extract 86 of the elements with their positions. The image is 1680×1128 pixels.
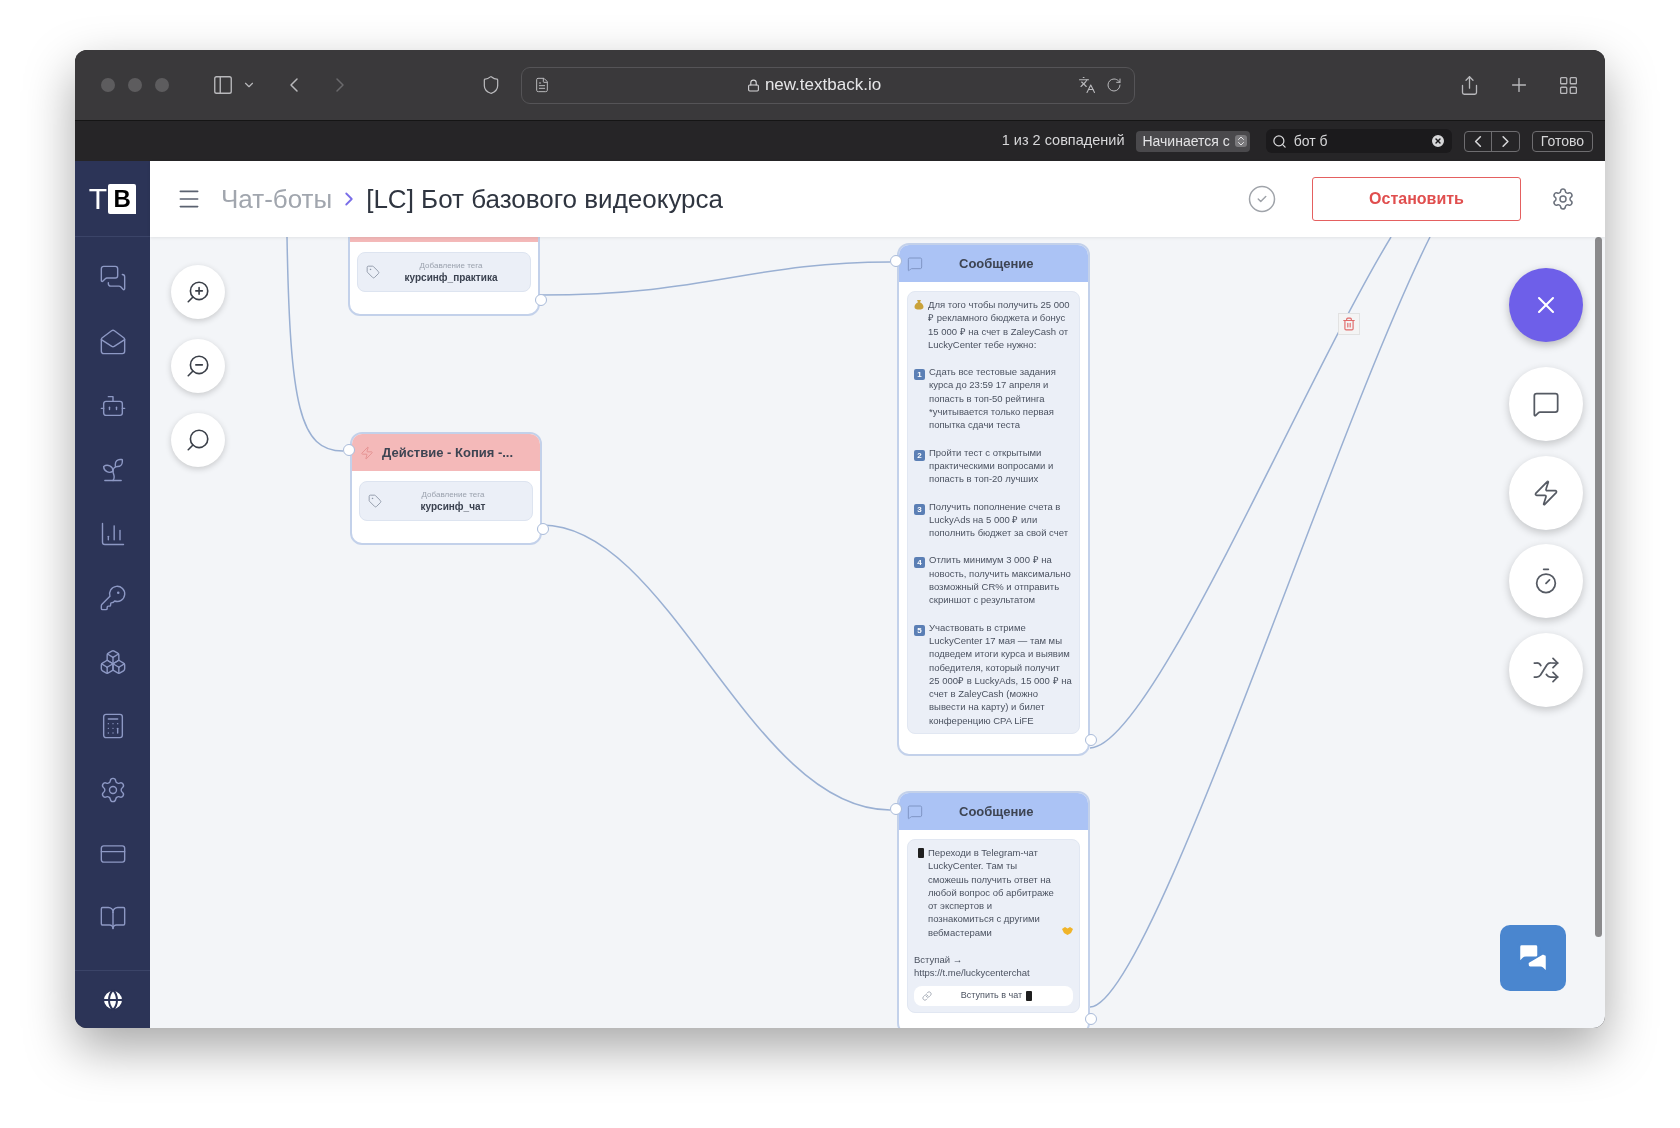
tag-action-card[interactable]: Добавление тега курсинф_практика [357, 252, 531, 292]
check-icon[interactable] [1247, 184, 1277, 214]
boxes-icon[interactable] [98, 648, 127, 676]
stop-button[interactable]: Остановить [1312, 177, 1521, 221]
action-node[interactable]: Добавление тега курсинф_практика [348, 237, 540, 316]
number-badge: 5 [914, 624, 925, 636]
tag-value: курсинф_практика [404, 270, 498, 285]
message-icon [907, 803, 923, 820]
message-bubble[interactable] [907, 839, 1080, 1013]
zoom-in-icon [185, 279, 211, 305]
node-title: Сообщение [959, 254, 1034, 273]
done-button[interactable]: Готово [1531, 130, 1593, 152]
zoom-in-button[interactable] [171, 265, 225, 319]
sidebar-toggle-icon[interactable] [212, 74, 234, 96]
match-count: 1 из 2 совпадений [1001, 131, 1125, 151]
trash-icon [1342, 317, 1356, 331]
chat-bubbles-icon[interactable] [98, 264, 127, 292]
clear-icon[interactable] [1429, 133, 1446, 149]
message-text: Сдать все тестовые задания курса до 23:59 17 апреля и попасть в топ-50 рейтинга *учитывается только первая попытка сдачи теста [929, 365, 1057, 432]
page-title: [LC] Бот базового видеокурса [366, 182, 723, 216]
settings-icon[interactable] [1551, 187, 1575, 211]
message-button[interactable]: Вступить в чат [914, 985, 1073, 1006]
key-icon[interactable] [98, 584, 127, 612]
lightning-icon [1532, 478, 1560, 507]
book-icon[interactable] [98, 904, 127, 932]
find-query: бот б [1293, 131, 1329, 151]
chat-support-button[interactable] [1500, 925, 1566, 991]
search-icon [185, 427, 211, 453]
number-badge: 2 [914, 449, 925, 461]
number-badge: 3 [914, 503, 925, 515]
message-text: Получить пополнение счета в LuckyAds на 5 000 ₽ или пополнить бюджет за свой счет [929, 499, 1069, 540]
message-text: Переходи в Telegram-чат LuckyCenter. Там ты сможешь получить ответ на любой вопрос об арбитраже от экспертов и познакомиться с другими вебмастерами [928, 846, 1055, 940]
message-text: Отлить минимум 3 000 ₽ на новость, получить максимально возможный CR% и отправить скриншот с результатом [929, 553, 1072, 607]
money-bag-icon [914, 299, 924, 310]
message-icon [907, 255, 923, 272]
button-label: Вступить в чат [960, 988, 1023, 1002]
scrollbar[interactable] [1595, 237, 1602, 937]
tag-icon [366, 265, 380, 279]
tag-label: Добавление тега [419, 259, 483, 271]
tag-action-card[interactable]: Добавление тега курсинф_чат [359, 481, 533, 521]
translate-icon[interactable] [1078, 76, 1096, 94]
logo-letter: T [88, 183, 108, 214]
url-text: new.textback.io [764, 74, 882, 97]
app-logo[interactable]: T B [75, 161, 150, 237]
reload-icon[interactable] [1106, 77, 1122, 93]
add-block-button[interactable] [1509, 455, 1583, 530]
zoom-out-icon [185, 353, 211, 379]
number-badge: 1 [914, 369, 925, 381]
lock-icon [746, 78, 760, 92]
add-block-button[interactable] [1509, 632, 1583, 707]
search-icon [1271, 133, 1287, 149]
match-mode-dropdown[interactable]: Начинается с [1136, 130, 1250, 152]
message-text: Для того чтобы получить 25 000 ₽ рекламного бюджета и бонус 15 000 ₽ на счет в ZaleyCash от LuckyCenter тебе нужно: [928, 298, 1071, 352]
action-node[interactable]: Действие - Копия -... Добавление тега курсинф_чат [350, 432, 542, 545]
reader-icon[interactable] [534, 77, 550, 93]
node-title: Действие - Копия -... [382, 443, 514, 462]
shuffle-icon [1532, 655, 1560, 684]
phone-icon [918, 848, 924, 858]
message-node[interactable] [897, 243, 1090, 756]
close-button[interactable] [1509, 268, 1583, 342]
tag-value: курсинф_чат [420, 499, 486, 514]
shield-icon[interactable] [481, 75, 501, 95]
delete-connection-button[interactable] [1338, 313, 1360, 335]
add-block-button[interactable] [1509, 544, 1583, 618]
up-down-icon [1234, 135, 1247, 147]
message-text: Пройти тест с открытыми практическими вопросами и попасть в топ-20 лучших [929, 445, 1055, 486]
open-envelope-icon[interactable] [98, 328, 127, 356]
address-bar[interactable]: new.textback.io [521, 66, 1135, 104]
tag-label: Добавление тега [421, 488, 485, 500]
find-field[interactable]: бот б [1265, 129, 1452, 153]
zoom-reset-button[interactable] [171, 413, 225, 467]
message-node[interactable] [897, 791, 1090, 1028]
message-icon [1532, 390, 1560, 418]
tab-overview-icon[interactable] [1558, 74, 1579, 96]
zoom-out-button[interactable] [171, 339, 225, 393]
message-bubble[interactable] [907, 291, 1080, 734]
tag-icon [368, 494, 382, 508]
message-text: Участвовать в стриме LuckyCenter 17 мая — там мы подведем итоги курса и выявим победителя, который получит 25 000₽ в LuckyAds, 15 000 ₽ на счет в ZaleyCash (можно вывести на карту) и билет конференцию CPA LiFE [929, 620, 1073, 727]
link-icon [922, 990, 932, 1001]
lightning-icon [360, 445, 374, 460]
logo-badge: B [108, 183, 137, 214]
message-text: Вступай → https://t.me/luckycenterchat [914, 953, 1031, 980]
node-title: Сообщение [959, 802, 1034, 821]
add-block-button[interactable] [1509, 367, 1583, 441]
number-badge: 4 [914, 557, 925, 569]
share-icon[interactable] [1459, 74, 1480, 96]
